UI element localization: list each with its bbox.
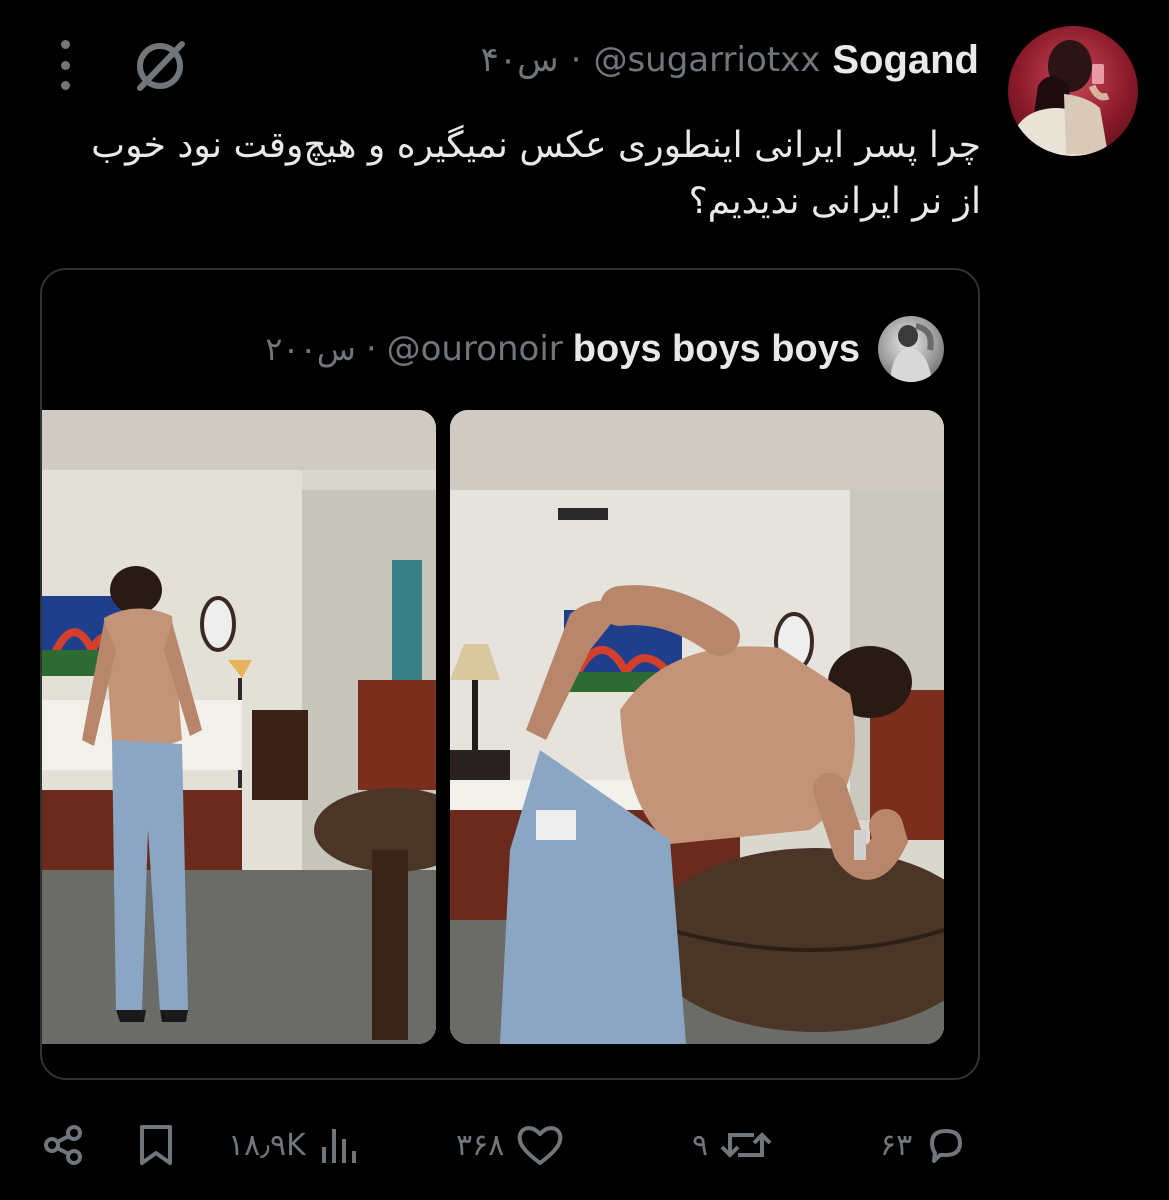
quoted-tweet[interactable]: ۲۰۰س · @ouronoir boys boys boys: [40, 268, 980, 1080]
retweet-icon: [720, 1132, 772, 1158]
reply-button[interactable]: ۶۳: [880, 1110, 970, 1180]
bookmark-icon: [140, 1125, 172, 1165]
quote-photo[interactable]: [450, 410, 944, 1044]
more-options-icon[interactable]: [48, 40, 82, 90]
tweet-header: ۴۰س · @sugarriotxx Sogand: [481, 30, 979, 90]
quote-header: ۲۰۰س · @ouronoir boys boys boys: [265, 316, 860, 382]
tweet-text-line: از نر ایرانی ندیدیم؟: [688, 181, 981, 222]
author-avatar[interactable]: [1008, 26, 1138, 156]
share-icon: [44, 1125, 82, 1165]
views-count: ۱۸٫۹K: [228, 1127, 306, 1163]
quote-time[interactable]: ۲۰۰س: [265, 330, 356, 368]
quote-separator: ·: [365, 329, 377, 369]
reply-icon: [930, 1129, 963, 1163]
quote-author-name[interactable]: boys boys boys: [573, 328, 860, 371]
retweet-count: ۹: [692, 1127, 709, 1163]
retweet-button[interactable]: ۹: [692, 1110, 774, 1180]
tweet-time[interactable]: ۴۰س: [481, 40, 559, 80]
quote-handle[interactable]: @ouronoir: [387, 329, 563, 369]
views-button[interactable]: ۱۸٫۹K: [228, 1110, 360, 1180]
like-button[interactable]: ۳۶۸: [456, 1110, 566, 1180]
grok-icon[interactable]: [130, 36, 190, 96]
quote-photo[interactable]: [42, 410, 436, 1044]
tweet-text-line: چرا پسر ایرانی اینطوری عکس نمیگیره و هیچ…: [91, 125, 981, 166]
views-icon: [321, 1129, 356, 1163]
like-count: ۳۶۸: [456, 1127, 505, 1163]
reply-count: ۶۳: [880, 1127, 913, 1163]
more-dot: [60, 60, 70, 70]
tweet-separator: ·: [570, 40, 582, 80]
share-button[interactable]: [40, 1110, 88, 1180]
like-icon: [517, 1126, 563, 1165]
action-bar: ۶۳ ۹ ۳۶۸ ۱۸٫۹K: [0, 1110, 1169, 1180]
bookmark-button[interactable]: [134, 1110, 178, 1180]
tweet-text: چرا پسر ایرانی اینطوری عکس نمیگیره و هیچ…: [41, 118, 981, 230]
author-handle[interactable]: @sugarriotxx: [593, 40, 820, 80]
quote-author-avatar[interactable]: [878, 316, 944, 382]
more-dot: [60, 40, 70, 49]
author-name[interactable]: Sogand: [832, 38, 979, 83]
more-dot: [60, 81, 70, 90]
